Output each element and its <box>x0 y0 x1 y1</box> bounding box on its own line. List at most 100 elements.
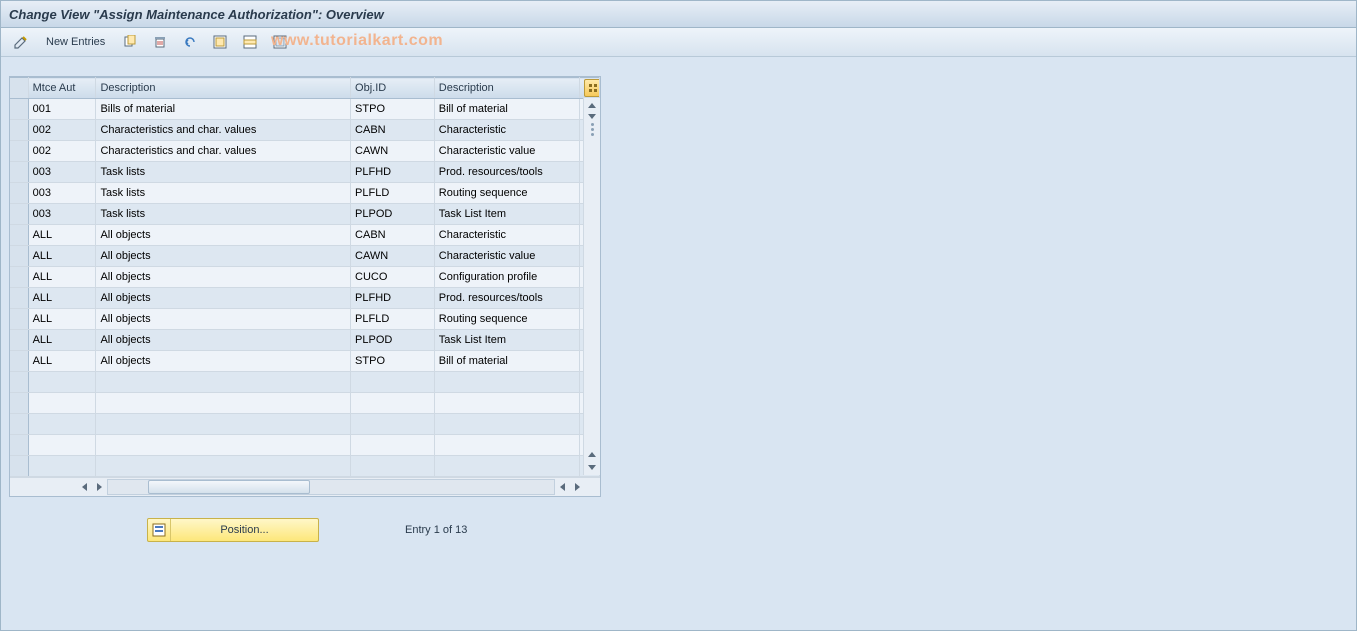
cell-desc1[interactable]: All objects <box>96 267 351 288</box>
table-row[interactable]: 002Characteristics and char. valuesCAWNC… <box>10 141 600 162</box>
cell-desc1[interactable]: Task lists <box>96 183 351 204</box>
row-selector[interactable] <box>10 309 28 330</box>
row-selector[interactable] <box>10 288 28 309</box>
table-settings-icon[interactable] <box>584 79 600 97</box>
cell-empty[interactable] <box>28 414 96 435</box>
table-row[interactable]: ALLAll objectsCUCOConfiguration profile <box>10 267 600 288</box>
cell-obj[interactable]: CAWN <box>351 141 435 162</box>
scroll-down-icon[interactable] <box>586 461 598 473</box>
col-desc1-header[interactable]: Description <box>96 78 351 99</box>
cell-mtce[interactable]: 001 <box>28 99 96 120</box>
cell-empty[interactable] <box>434 456 579 477</box>
cell-obj[interactable]: CAWN <box>351 246 435 267</box>
cell-empty[interactable] <box>28 435 96 456</box>
cell-empty[interactable] <box>96 393 351 414</box>
cell-mtce[interactable]: 003 <box>28 183 96 204</box>
table-row[interactable]: ALLAll objectsCAWNCharacteristic value <box>10 246 600 267</box>
cell-desc2[interactable]: Characteristic value <box>434 141 579 162</box>
cell-mtce[interactable]: ALL <box>28 288 96 309</box>
cell-desc2[interactable]: Prod. resources/tools <box>434 162 579 183</box>
cell-empty[interactable] <box>28 393 96 414</box>
cell-desc1[interactable]: Task lists <box>96 162 351 183</box>
deselect-all-icon[interactable] <box>268 31 292 53</box>
cell-desc1[interactable]: All objects <box>96 288 351 309</box>
cell-mtce[interactable]: ALL <box>28 330 96 351</box>
select-block-icon[interactable] <box>238 31 262 53</box>
row-selector[interactable] <box>10 393 28 414</box>
cell-empty[interactable] <box>351 435 435 456</box>
table-row[interactable]: ALLAll objectsPLFLDRouting sequence <box>10 309 600 330</box>
cell-empty[interactable] <box>96 435 351 456</box>
table-row[interactable]: 003Task listsPLFLDRouting sequence <box>10 183 600 204</box>
cell-mtce[interactable]: ALL <box>28 267 96 288</box>
row-selector[interactable] <box>10 162 28 183</box>
table-row-empty[interactable] <box>10 435 600 456</box>
scroll-right-icon[interactable] <box>570 480 584 494</box>
row-selector[interactable] <box>10 372 28 393</box>
cell-empty[interactable] <box>434 372 579 393</box>
cell-desc1[interactable]: All objects <box>96 246 351 267</box>
row-selector[interactable] <box>10 435 28 456</box>
cell-mtce[interactable]: ALL <box>28 225 96 246</box>
col-mtce-header[interactable]: Mtce Aut <box>28 78 96 99</box>
cell-desc1[interactable]: All objects <box>96 330 351 351</box>
cell-mtce[interactable]: 002 <box>28 141 96 162</box>
cell-empty[interactable] <box>28 456 96 477</box>
delete-icon[interactable] <box>148 31 172 53</box>
row-selector[interactable] <box>10 246 28 267</box>
cell-empty[interactable] <box>434 393 579 414</box>
row-selector[interactable] <box>10 330 28 351</box>
cell-desc1[interactable]: All objects <box>96 351 351 372</box>
row-selector[interactable] <box>10 183 28 204</box>
cell-obj[interactable]: PLPOD <box>351 330 435 351</box>
cell-obj[interactable]: PLPOD <box>351 204 435 225</box>
table-row[interactable]: 003Task listsPLFHDProd. resources/tools <box>10 162 600 183</box>
cell-obj[interactable]: STPO <box>351 351 435 372</box>
cell-empty[interactable] <box>351 372 435 393</box>
cell-desc2[interactable]: Characteristic value <box>434 246 579 267</box>
cell-desc2[interactable]: Routing sequence <box>434 309 579 330</box>
cell-desc2[interactable]: Characteristic <box>434 120 579 141</box>
cell-empty[interactable] <box>351 393 435 414</box>
row-selector[interactable] <box>10 141 28 162</box>
table-row[interactable]: ALLAll objectsPLPODTask List Item <box>10 330 600 351</box>
table-row[interactable]: ALLAll objectsPLFHDProd. resources/tools <box>10 288 600 309</box>
cell-desc1[interactable]: Characteristics and char. values <box>96 141 351 162</box>
cell-obj[interactable]: PLFLD <box>351 309 435 330</box>
select-all-header[interactable] <box>10 78 28 99</box>
row-selector[interactable] <box>10 414 28 435</box>
row-selector[interactable] <box>10 99 28 120</box>
scroll-up-bottom-icon[interactable] <box>586 449 598 461</box>
cell-mtce[interactable]: ALL <box>28 351 96 372</box>
cell-empty[interactable] <box>351 456 435 477</box>
scroll-left-icon[interactable] <box>78 480 92 494</box>
table-row[interactable]: 002Characteristics and char. valuesCABNC… <box>10 120 600 141</box>
scroll-left-end-icon[interactable] <box>556 480 570 494</box>
cell-desc2[interactable]: Task List Item <box>434 204 579 225</box>
cell-empty[interactable] <box>351 414 435 435</box>
select-all-icon[interactable] <box>208 31 232 53</box>
cell-obj[interactable]: PLFHD <box>351 162 435 183</box>
vertical-scrollbar[interactable] <box>583 98 600 475</box>
table-row-empty[interactable] <box>10 456 600 477</box>
table-row-empty[interactable] <box>10 393 600 414</box>
cell-mtce[interactable]: 003 <box>28 162 96 183</box>
row-selector[interactable] <box>10 204 28 225</box>
toggle-change-icon[interactable] <box>9 31 33 53</box>
cell-mtce[interactable]: ALL <box>28 246 96 267</box>
cell-obj[interactable]: CABN <box>351 225 435 246</box>
table-row-empty[interactable] <box>10 372 600 393</box>
cell-desc1[interactable]: Characteristics and char. values <box>96 120 351 141</box>
hscroll-thumb[interactable] <box>148 480 310 494</box>
position-button[interactable]: Position... <box>147 518 319 542</box>
row-selector[interactable] <box>10 225 28 246</box>
col-desc2-header[interactable]: Description <box>434 78 579 99</box>
table-row-empty[interactable] <box>10 414 600 435</box>
cell-empty[interactable] <box>434 414 579 435</box>
col-obj-header[interactable]: Obj.ID <box>351 78 435 99</box>
table-row[interactable]: ALLAll objectsSTPOBill of material <box>10 351 600 372</box>
cell-mtce[interactable]: 002 <box>28 120 96 141</box>
scroll-down-small-icon[interactable] <box>586 110 598 122</box>
table-row[interactable]: 001Bills of materialSTPOBill of material <box>10 99 600 120</box>
cell-obj[interactable]: PLFHD <box>351 288 435 309</box>
